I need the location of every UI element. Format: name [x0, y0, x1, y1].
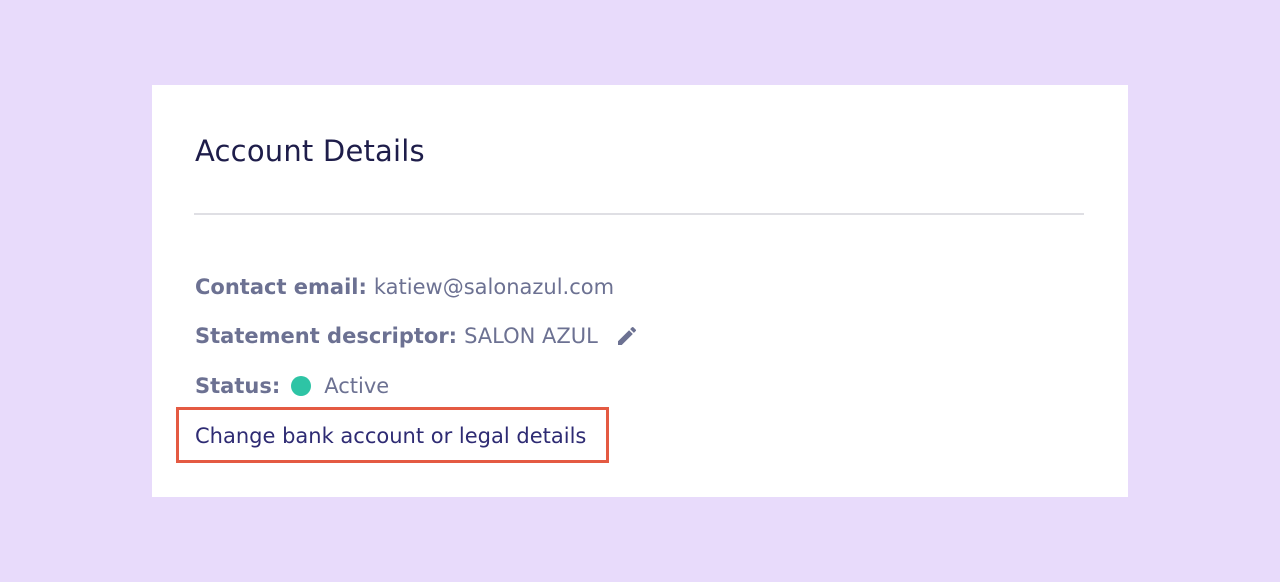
statement-descriptor-value: SALON AZUL [464, 324, 598, 348]
contact-email-row: Contact email: katiew@salonazul.com [195, 270, 614, 304]
status-value: Active [324, 374, 390, 398]
change-bank-account-link[interactable]: Change bank account or legal details [195, 419, 586, 453]
statement-descriptor-label: Statement descriptor: [195, 324, 458, 348]
account-details-card: Account Details Contact email: katiew@sa… [152, 85, 1128, 497]
pencil-icon[interactable] [614, 323, 640, 349]
divider [194, 213, 1084, 215]
statement-descriptor-row: Statement descriptor: SALON AZUL [195, 319, 640, 353]
status-row: Status: Active [195, 369, 389, 403]
status-label: Status: [195, 374, 281, 398]
card-title: Account Details [195, 134, 425, 168]
status-indicator-dot [291, 376, 312, 396]
contact-email-value: katiew@salonazul.com [373, 275, 615, 299]
contact-email-label: Contact email: [195, 275, 367, 299]
